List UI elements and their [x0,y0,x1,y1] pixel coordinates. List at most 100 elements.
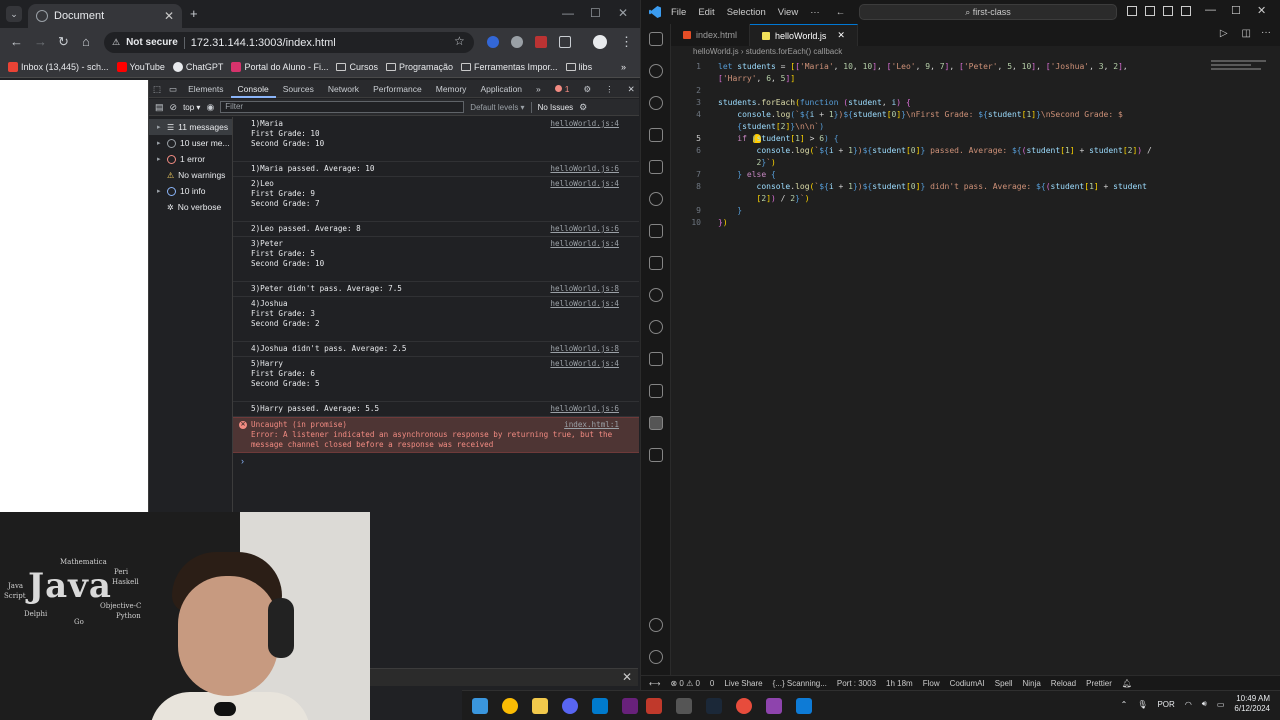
layout-sidebar-icon[interactable] [1127,6,1137,16]
reload-icon[interactable]: ↻ [58,34,69,50]
layout-secondary-icon[interactable] [1163,6,1173,16]
account-icon[interactable] [649,618,663,632]
file-explorer-icon[interactable] [532,698,548,714]
log-source-link[interactable]: helloWorld.js:6 [550,404,619,413]
clear-console-icon[interactable]: ⊘ [170,102,178,113]
bookmark-gmail[interactable]: Inbox (13,445) - sch... [8,61,109,72]
volume-icon[interactable]: 🔊︎ [1202,699,1207,709]
extension-icon[interactable] [535,36,547,48]
drawer-close-icon[interactable]: ✕ [622,670,632,684]
log-source-link[interactable]: helloWorld.js:6 [550,164,619,173]
breadcrumb[interactable]: helloWorld.js › students.forEach() callb… [693,47,842,56]
docker-icon[interactable] [649,288,663,302]
address-bar[interactable]: ⚠ Not secure 172.31.144.1:3003/index.htm… [104,32,474,53]
menu-file[interactable]: File [671,7,686,18]
inspect-icon[interactable]: ⬚ [149,80,165,98]
customize-layout-icon[interactable] [1181,6,1191,16]
url-text[interactable]: 172.31.144.1:3003/index.html [191,37,336,49]
tray-expand-icon[interactable]: ⌃ [1121,700,1128,709]
menu-view[interactable]: View [778,7,798,18]
extensions-puzzle-icon[interactable] [559,36,571,48]
spell-status[interactable]: Spell [995,679,1013,688]
sidebar-item-errors[interactable]: ▸ 1 error [149,151,232,167]
paw-icon[interactable] [649,320,663,334]
ports-indicator[interactable]: 0 [710,679,714,688]
flow-status[interactable]: Flow [923,679,940,688]
warning-icon[interactable]: ⚠ [112,37,120,48]
app-icon[interactable] [766,698,782,714]
home-icon[interactable]: ⌂ [82,34,90,49]
live-share-status[interactable]: Live Share [724,679,762,688]
browser-tab[interactable]: Document ✕ [28,4,182,28]
app-icon[interactable] [796,698,812,714]
bookmark-portal[interactable]: Portal do Aluno - Fi... [231,61,328,72]
tab-application[interactable]: Application [473,80,529,98]
timer-status[interactable]: 1h 18m [886,679,913,688]
bookmark-chatgpt[interactable]: ChatGPT [172,61,223,72]
tab-network[interactable]: Network [321,80,366,98]
remote-icon[interactable] [649,192,663,206]
extension-icon[interactable] [487,36,499,48]
tab-close-icon[interactable]: ✕ [164,9,174,23]
settings-gear-icon[interactable]: ⚙ [577,80,599,98]
source-control-icon[interactable] [649,96,663,110]
log-source-link[interactable]: helloWorld.js:8 [550,344,619,353]
back-icon[interactable]: ← [10,34,23,49]
testing-icon[interactable] [649,224,663,238]
extensions-icon[interactable] [649,160,663,174]
bookmark-youtube[interactable]: YouTube [116,61,165,72]
wifi-icon[interactable]: ◠ [1185,700,1192,709]
maximize-icon[interactable]: ☐ [590,6,601,20]
sidebar-item-warnings[interactable]: ⚠ No warnings [149,167,232,183]
devtools-close-icon[interactable]: ✕ [621,80,642,98]
error-counter[interactable]: 1 [548,80,577,98]
tab-close-icon[interactable]: ✕ [837,30,845,41]
new-tab-button[interactable]: + [190,6,198,21]
log-levels-dropdown[interactable]: Default levels ▾ [470,103,524,112]
reload-status[interactable]: Reload [1051,679,1076,688]
devtools-menu-icon[interactable]: ⋮ [598,80,621,98]
sidebar-item-verbose[interactable]: ✲ No verbose [149,199,232,215]
visual-studio-icon[interactable] [622,698,638,714]
live-share-icon[interactable] [649,352,663,366]
forward-icon[interactable]: → [34,34,47,49]
bookmarks-icon[interactable] [649,448,663,462]
bookmark-libs[interactable]: libs [565,62,592,72]
bookmark-programacao[interactable]: Programação [386,62,453,72]
profile-avatar[interactable] [593,35,607,49]
tab-index-html[interactable]: index.html [671,24,751,46]
command-center-search[interactable]: ⌕ first-class [859,4,1117,20]
more-tabs-icon[interactable]: » [529,80,548,98]
maximize-icon[interactable]: ☐ [1231,4,1241,17]
log-source-link[interactable]: helloWorld.js:4 [550,299,619,308]
mic-icon[interactable]: 🎙︎ [1137,700,1147,709]
error-source-link[interactable]: index.html:1 [564,420,619,429]
issues-label[interactable]: No Issues [538,103,574,112]
lang-indicator[interactable]: POR [1157,700,1174,709]
tab-helloworld-js[interactable]: helloWorld.js ✕ [750,24,858,46]
bookmark-cursos[interactable]: Cursos [336,62,378,72]
tab-elements[interactable]: Elements [181,80,230,98]
discord-icon[interactable] [562,698,578,714]
filter-input[interactable]: Filter [220,101,465,113]
problems-indicator[interactable]: ⊗ 0 ⚠ 0 [670,679,699,688]
log-source-link[interactable]: helloWorld.js:4 [550,239,619,248]
database-icon[interactable] [649,384,663,398]
window-close-icon[interactable]: ✕ [1257,4,1266,17]
prettier-status[interactable]: Prettier [1086,679,1112,688]
log-source-link[interactable]: helloWorld.js:6 [550,224,619,233]
chrome-icon[interactable] [502,698,518,714]
clock[interactable]: 10:49 AM 6/12/2024 [1234,694,1270,714]
log-source-link[interactable]: helloWorld.js:8 [550,284,619,293]
extension-icon[interactable] [511,36,523,48]
steam-icon[interactable] [706,698,722,714]
console-settings-icon[interactable]: ⚙ [579,102,587,113]
eye-icon[interactable]: ◉ [206,102,214,113]
manage-gear-icon[interactable] [649,650,663,664]
nav-back-icon[interactable]: ← [836,7,846,18]
tab-console[interactable]: Console [230,80,276,98]
log-source-link[interactable]: helloWorld.js:4 [550,359,619,368]
ninja-status[interactable]: Ninja [1023,679,1041,688]
bookmark-star-icon[interactable]: ☆ [454,34,465,48]
app-icon[interactable] [646,698,662,714]
